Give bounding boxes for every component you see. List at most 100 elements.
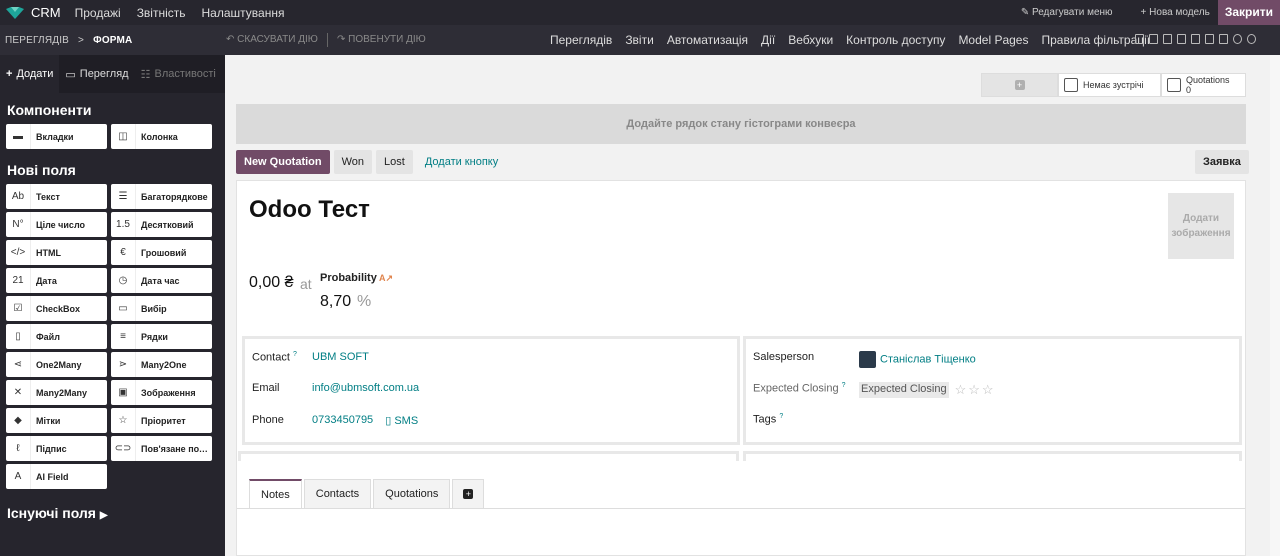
pipeline-statusbar-placeholder[interactable]: Додайте рядок стану гістограми конвеєра <box>236 104 1246 144</box>
ai-probability-icon[interactable]: A↗ <box>379 273 393 284</box>
map-view-icon[interactable] <box>1177 34 1186 44</box>
tab-view[interactable]: ▭ Перегляд <box>59 55 134 93</box>
activity-view-icon[interactable] <box>1233 34 1242 44</box>
actions-link[interactable]: Дії <box>761 33 775 47</box>
field-one2many[interactable]: ⋖ One2Many <box>6 352 107 377</box>
contact-group[interactable]: Contact ? UBM SOFT Email info@ubmsoft.co… <box>242 336 740 445</box>
image-icon: ▣ <box>111 380 136 405</box>
pivot-view-icon[interactable] <box>1191 34 1200 44</box>
field-html[interactable]: </> HTML <box>6 240 107 265</box>
field-ai[interactable]: A AI Field <box>6 464 107 489</box>
field-many2many[interactable]: ✕ Many2Many <box>6 380 107 405</box>
lost-button[interactable]: Lost <box>376 150 413 174</box>
toolbar-divider <box>327 33 328 47</box>
crm-logo-icon[interactable] <box>5 6 25 20</box>
add-button-link[interactable]: Додати кнопку <box>417 150 506 174</box>
datetime-icon: ◷ <box>111 268 136 293</box>
html-icon: </> <box>6 240 31 265</box>
automation-link[interactable]: Автоматизація <box>667 33 748 47</box>
add-image-placeholder[interactable]: Додати зображення <box>1168 193 1234 259</box>
sms-button[interactable]: ▯ SMS <box>385 414 418 427</box>
field-lines[interactable]: ≡ Рядки <box>111 324 212 349</box>
views-link[interactable]: Переглядів <box>550 33 612 47</box>
access-control-link[interactable]: Контроль доступу <box>846 33 945 47</box>
model-pages-link[interactable]: Model Pages <box>958 33 1028 47</box>
field-tags[interactable]: ◆ Мітки <box>6 408 107 433</box>
phone-value[interactable]: 0733450795 <box>312 414 373 427</box>
add-tab-button[interactable]: + <box>452 479 485 508</box>
sales-group[interactable]: Salesperson Станіслав Тіщенко Expected C… <box>743 336 1242 445</box>
field-datetime[interactable]: ◷ Дата час <box>111 268 212 293</box>
breadcrumb-parent[interactable]: ПЕРЕГЛЯДІВ <box>5 35 69 46</box>
field-related[interactable]: ⊂⊃ Пов'язане поле <box>111 436 212 461</box>
graph-view-icon[interactable] <box>1205 34 1214 44</box>
menu-settings[interactable]: Налаштування <box>202 6 285 20</box>
field-label: Вибір <box>141 303 167 314</box>
edit-menu-link[interactable]: ✎ Редагувати меню <box>1021 7 1113 18</box>
field-selection[interactable]: ▭ Вибір <box>111 296 212 321</box>
reports-link[interactable]: Звіти <box>625 33 654 47</box>
tab-add[interactable]: + Додати <box>0 55 60 93</box>
record-title[interactable]: Odoo Тест <box>249 196 370 224</box>
meetings-smart-button[interactable]: Немає зустрічі <box>1058 73 1161 97</box>
tags-label: Tags <box>753 413 777 426</box>
undo-button[interactable]: ↶ СКАСУВАТИ ДІЮ <box>226 34 318 45</box>
filter-rules-link[interactable]: Правила фільтрації <box>1041 33 1150 47</box>
kanban-view-icon[interactable] <box>1163 34 1172 44</box>
menu-reporting[interactable]: Звітність <box>137 6 186 20</box>
field-file[interactable]: ▯ Файл <box>6 324 107 349</box>
tab-notes[interactable]: Notes <box>249 479 302 508</box>
priority-stars-icon[interactable]: ☆☆☆ <box>955 382 996 398</box>
field-priority[interactable]: ☆ Пріоритет <box>111 408 212 433</box>
list-view-icon[interactable] <box>1149 34 1158 44</box>
email-value[interactable]: info@ubmsoft.com.ua <box>312 382 419 394</box>
expected-revenue[interactable]: 0,00 ₴ <box>249 274 293 292</box>
components-grid: ▬ Вкладки ◫ Колонка <box>6 124 225 149</box>
new-quotation-button[interactable]: New Quotation <box>236 150 330 174</box>
tab-properties[interactable]: ☷ Властивості <box>135 55 222 93</box>
field-text[interactable]: Ab Текст <box>6 184 107 209</box>
quotations-smart-button[interactable]: Quotations 0 <box>1161 73 1246 97</box>
menu-sales[interactable]: Продажі <box>75 6 121 20</box>
form-view-icon[interactable] <box>1135 34 1144 44</box>
field-decimal[interactable]: 1.5 Десятковий <box>111 212 212 237</box>
field-signature[interactable]: ℓ Підпис <box>6 436 107 461</box>
closing-field[interactable]: Expected Closing <box>859 382 949 398</box>
webhooks-link[interactable]: Вебхуки <box>788 33 833 47</box>
existing-fields-toggle[interactable]: Існуючі поля ▶ <box>7 505 225 521</box>
breadcrumb: ПЕРЕГЛЯДІВ > ФОРМА <box>5 35 132 46</box>
field-label: Грошовий <box>141 247 187 258</box>
tab-quotations[interactable]: Quotations <box>373 479 451 508</box>
scrollbar[interactable] <box>1270 55 1280 556</box>
field-checkbox[interactable]: ☑ CheckBox <box>6 296 107 321</box>
field-integer[interactable]: N° Ціле число <box>6 212 107 237</box>
app-name[interactable]: CRM <box>31 5 61 20</box>
component-column[interactable]: ◫ Колонка <box>111 124 212 149</box>
empty-group-left[interactable] <box>238 451 739 461</box>
field-multiline[interactable]: ☰ Багаторядкове <box>111 184 212 209</box>
help-icon: ? <box>779 413 784 420</box>
breadcrumb-separator: > <box>78 34 85 46</box>
monetary-icon: € <box>111 240 136 265</box>
lead-stage-button[interactable]: Заявка <box>1195 150 1249 174</box>
search-view-icon[interactable] <box>1247 34 1256 44</box>
probability-value[interactable]: 8,70 <box>320 293 351 311</box>
redo-button[interactable]: ↷ ПОВЕНУТИ ДІЮ <box>337 34 426 45</box>
empty-group-right[interactable] <box>743 451 1242 461</box>
field-monetary[interactable]: € Грошовий <box>111 240 212 265</box>
contact-value[interactable]: UBM SOFT <box>312 351 369 364</box>
component-tabs[interactable]: ▬ Вкладки <box>6 124 107 149</box>
field-image[interactable]: ▣ Зображення <box>111 380 212 405</box>
decimal-icon: 1.5 <box>111 212 136 237</box>
tab-contacts[interactable]: Contacts <box>303 479 372 508</box>
component-label: Колонка <box>141 131 178 142</box>
calendar-view-icon[interactable] <box>1219 34 1228 44</box>
won-button[interactable]: Won <box>333 150 373 174</box>
phone-row: Phone 0733450795 ▯ SMS <box>252 414 418 427</box>
close-studio-button[interactable]: Закрити <box>1217 0 1280 25</box>
new-model-link[interactable]: + Нова модель <box>1141 7 1210 18</box>
add-smart-button[interactable]: + <box>981 73 1058 97</box>
field-many2one[interactable]: ⋗ Many2One <box>111 352 212 377</box>
salesperson-value[interactable]: Станіслав Тіщенко <box>880 353 976 365</box>
field-date[interactable]: 21 Дата <box>6 268 107 293</box>
